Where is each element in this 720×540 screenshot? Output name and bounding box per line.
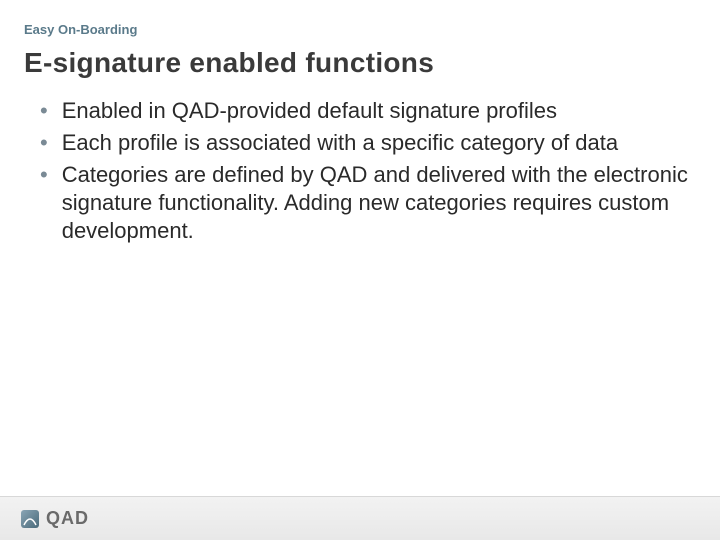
bullet-text: Enabled in QAD-provided default signatur… xyxy=(62,97,557,125)
list-item: • Categories are defined by QAD and deli… xyxy=(40,161,690,245)
list-item: • Each profile is associated with a spec… xyxy=(40,129,690,157)
bullet-icon: • xyxy=(40,97,48,125)
bullet-text: Categories are defined by QAD and delive… xyxy=(62,161,690,245)
slide-title: E-signature enabled functions xyxy=(24,47,690,79)
slide-container: Easy On-Boarding E-signature enabled fun… xyxy=(0,0,720,540)
pretitle: Easy On-Boarding xyxy=(24,22,690,37)
bullet-list: • Enabled in QAD-provided default signat… xyxy=(24,97,690,245)
qad-logo-icon xyxy=(20,509,40,529)
list-item: • Enabled in QAD-provided default signat… xyxy=(40,97,690,125)
bullet-icon: • xyxy=(40,129,48,157)
logo: QAD xyxy=(20,508,89,529)
footer-bar: QAD xyxy=(0,496,720,540)
bullet-icon: • xyxy=(40,161,48,189)
bullet-text: Each profile is associated with a specif… xyxy=(62,129,618,157)
logo-text: QAD xyxy=(46,508,89,529)
